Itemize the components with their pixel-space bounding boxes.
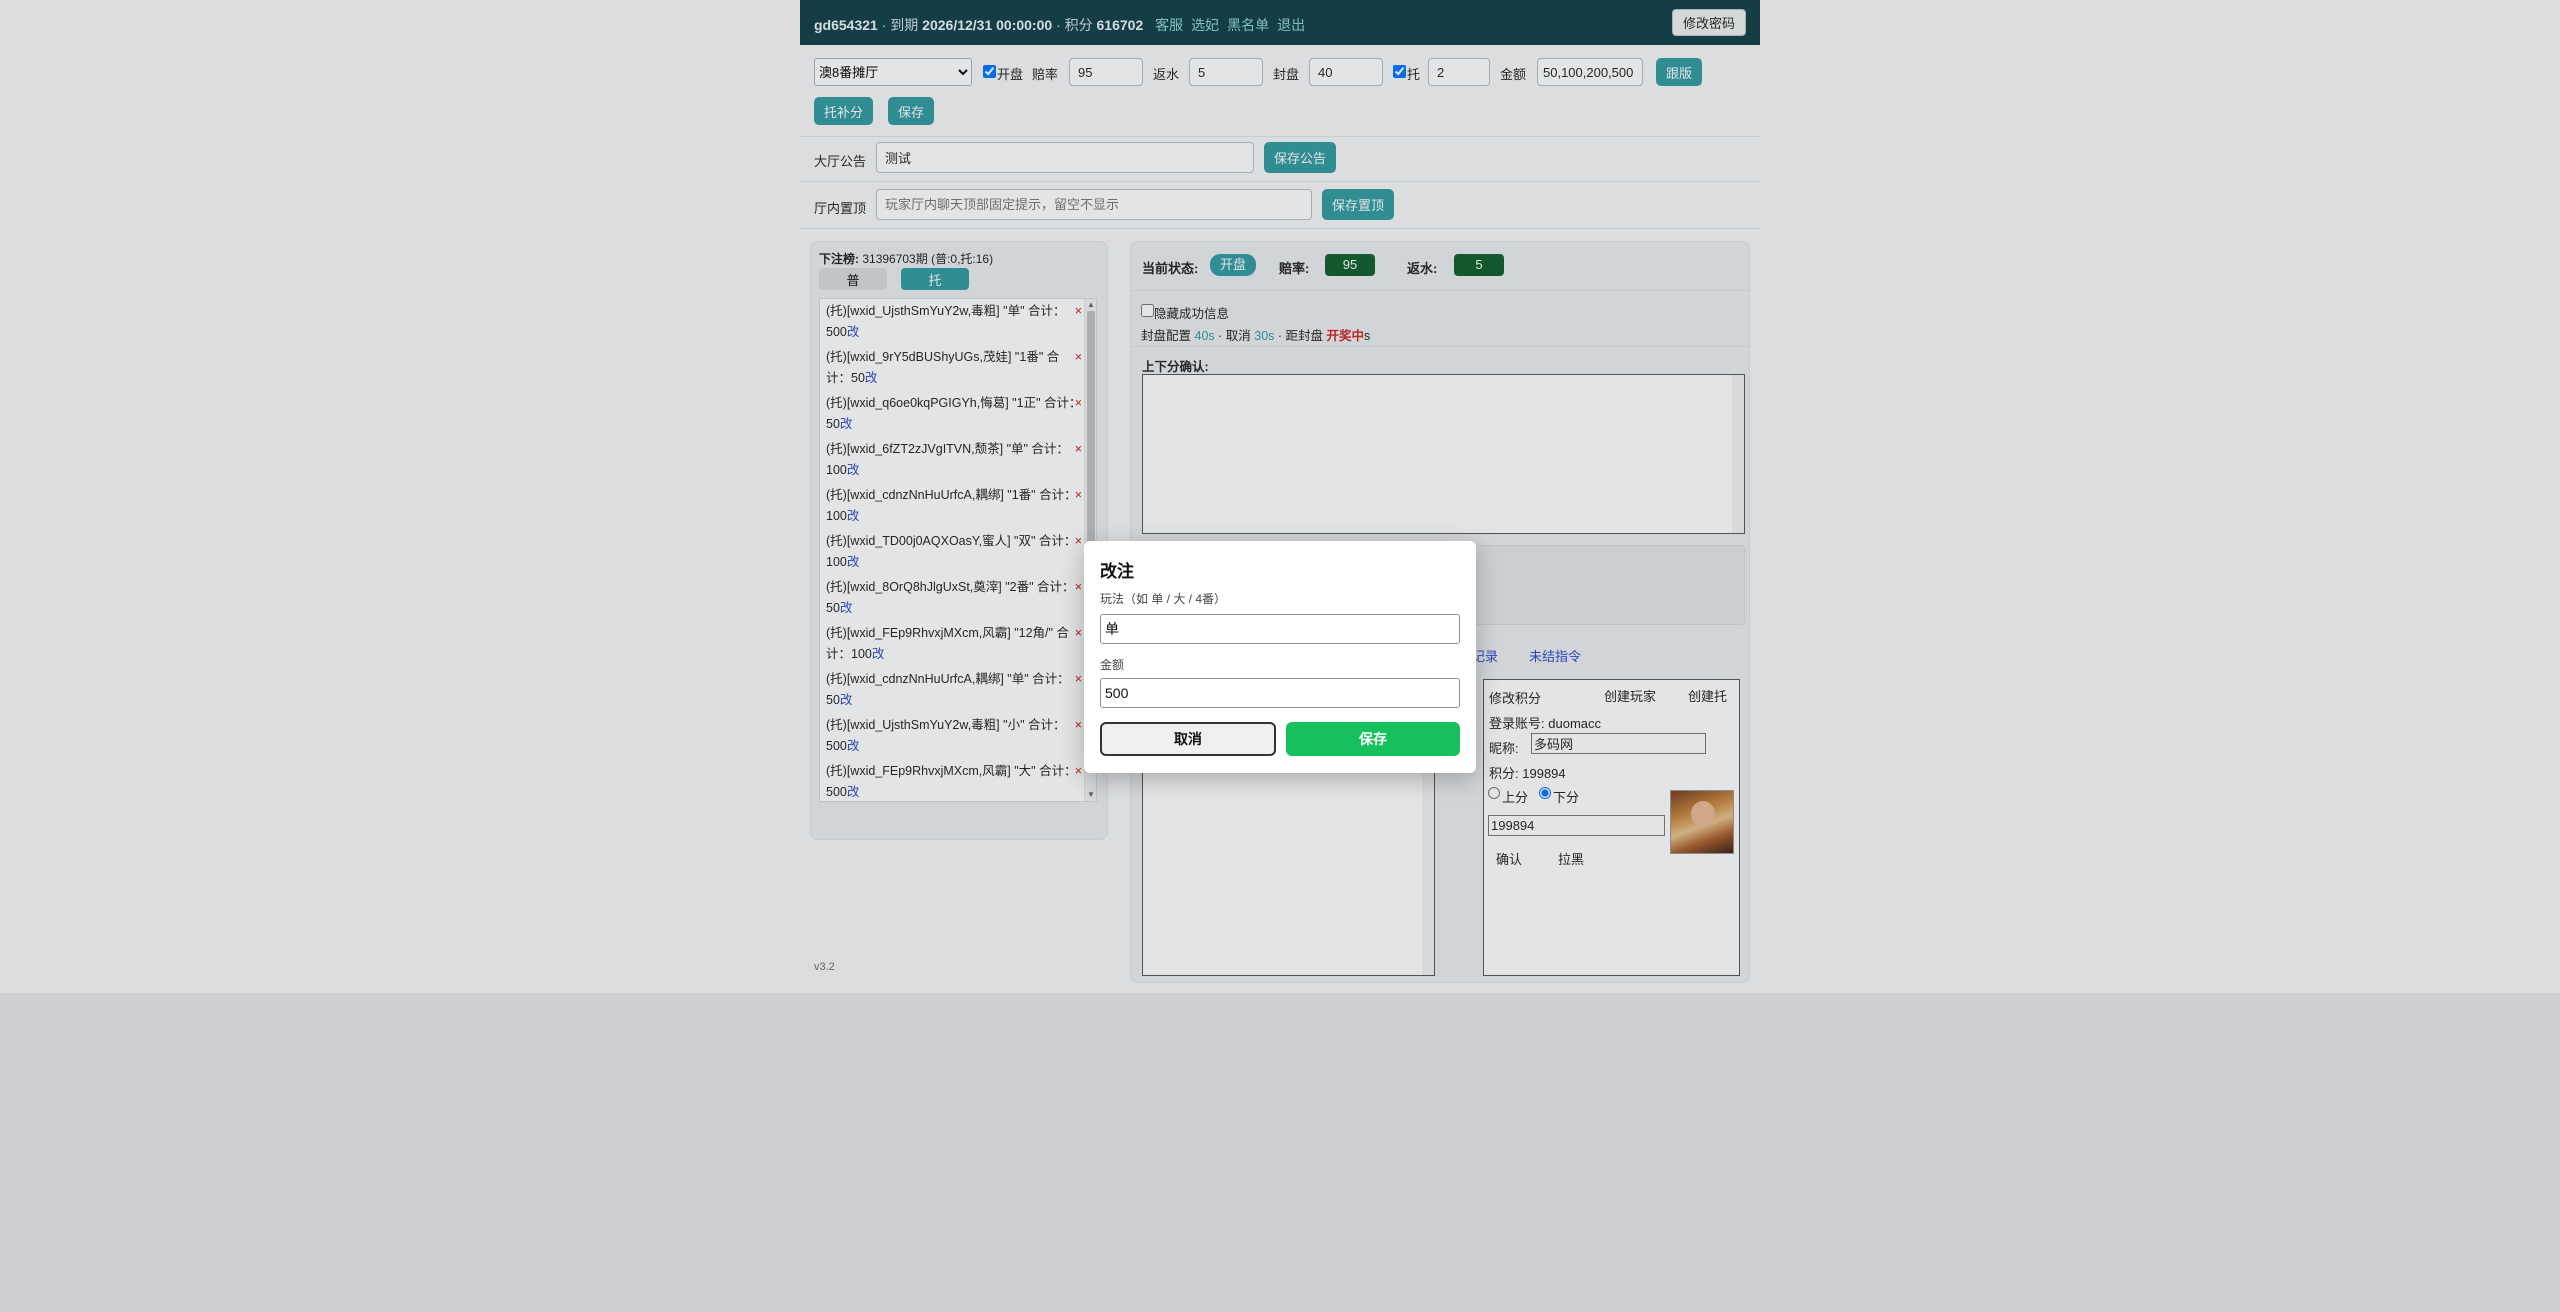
play-label: 玩法（如 单 / 大 / 4番） (1100, 592, 1227, 606)
edit-bet-dialog: 改注 玩法（如 单 / 大 / 4番） 金额 取消 保存 (1084, 541, 1476, 773)
play-input[interactable] (1100, 614, 1460, 644)
save-button[interactable]: 保存 (1286, 722, 1460, 756)
dialog-title: 改注 (1100, 562, 1134, 581)
amount-label: 金额 (1100, 658, 1125, 672)
cancel-button[interactable]: 取消 (1100, 722, 1276, 756)
amount-input[interactable] (1100, 678, 1460, 708)
